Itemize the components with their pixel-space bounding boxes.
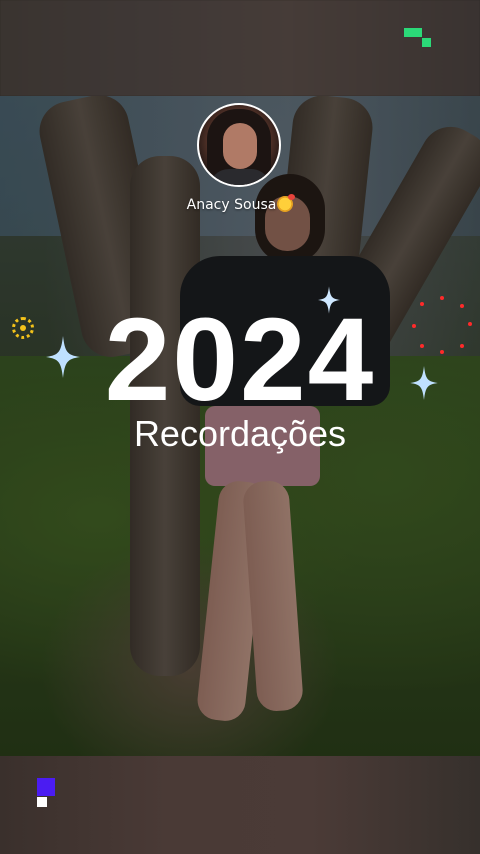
username-text: Anacy Sousa	[186, 197, 277, 213]
sparkle-icon	[46, 336, 80, 378]
memories-subtitle: Recordações	[133, 413, 347, 454]
red-dots-icon	[408, 292, 476, 354]
top-blurred-band	[0, 0, 480, 96]
brand-block-icon	[37, 778, 57, 808]
kwai-logo-icon	[404, 28, 434, 48]
smiling-face-with-hearts-icon	[277, 194, 296, 212]
sparkle-icon	[410, 366, 438, 400]
avatar[interactable]	[197, 103, 281, 187]
sparkle-icon	[318, 286, 340, 314]
bottom-blurred-band	[0, 756, 480, 854]
sun-icon	[12, 317, 34, 339]
profile-username: Anacy Sousa	[0, 194, 480, 213]
